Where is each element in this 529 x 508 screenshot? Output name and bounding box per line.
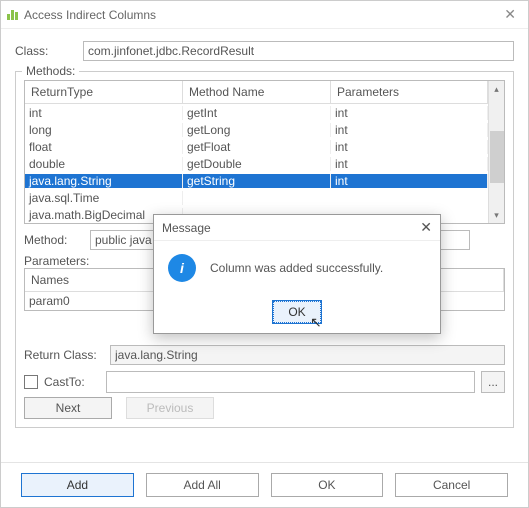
close-icon[interactable]: ✕: [498, 6, 522, 23]
class-input[interactable]: [83, 41, 514, 61]
app-bars-icon: [7, 10, 18, 20]
table-cell: int: [331, 140, 488, 154]
message-ok-button[interactable]: OK ↖: [273, 301, 321, 323]
previous-button: Previous: [126, 397, 214, 419]
castto-checkbox[interactable]: [24, 375, 38, 389]
footer-buttons: Add Add All OK Cancel: [1, 462, 528, 507]
main-window: Access Indirect Columns ✕ Class: Methods…: [0, 0, 529, 508]
table-cell: java.sql.Time: [25, 191, 183, 205]
table-cell: getLong: [183, 123, 331, 137]
message-text: Column was added successfully.: [210, 261, 383, 275]
table-cell: double: [25, 157, 183, 171]
content-area: Class: Methods: ReturnType Method Name P…: [1, 29, 528, 462]
table-cell: getInt: [183, 106, 331, 120]
col-parameters[interactable]: Parameters: [331, 81, 488, 104]
table-row[interactable]: java.sql.Time: [25, 189, 488, 206]
table-cell: getDouble: [183, 157, 331, 171]
class-label: Class:: [15, 44, 75, 58]
col-methodname[interactable]: Method Name: [183, 81, 331, 104]
browse-button[interactable]: ...: [481, 371, 505, 393]
table-cell: int: [331, 123, 488, 137]
scroll-up-icon[interactable]: ▴: [489, 81, 504, 97]
info-icon: i: [168, 254, 196, 282]
next-button[interactable]: Next: [24, 397, 112, 419]
cancel-button[interactable]: Cancel: [395, 473, 508, 497]
table-cell: getFloat: [183, 140, 331, 154]
ok-button[interactable]: OK: [271, 473, 384, 497]
message-dialog: Message ✕ i Column was added successfull…: [153, 214, 441, 334]
table-row[interactable]: intgetIntint: [25, 104, 488, 121]
table-cell: int: [331, 157, 488, 171]
castto-combo[interactable]: [106, 371, 475, 393]
table-row[interactable]: longgetLongint: [25, 121, 488, 138]
add-button[interactable]: Add: [21, 473, 134, 497]
scroll-thumb[interactable]: [490, 131, 504, 183]
table-cell: int: [25, 106, 183, 120]
methods-scrollbar[interactable]: ▴ ▾: [488, 81, 504, 223]
add-all-button[interactable]: Add All: [146, 473, 259, 497]
table-cell: getString: [183, 174, 331, 188]
message-title: Message: [162, 221, 211, 235]
table-row[interactable]: java.lang.StringgetStringint: [25, 172, 488, 189]
table-row[interactable]: doublegetDoubleint: [25, 155, 488, 172]
table-cell: int: [331, 174, 488, 188]
table-cell: int: [331, 106, 488, 120]
table-cell: long: [25, 123, 183, 137]
scroll-down-icon[interactable]: ▾: [489, 207, 504, 223]
return-class-label: Return Class:: [24, 348, 102, 362]
methods-legend: Methods:: [22, 64, 79, 78]
window-title: Access Indirect Columns: [24, 8, 156, 22]
table-cell: float: [25, 140, 183, 154]
table-cell: java.lang.String: [25, 174, 183, 188]
message-close-icon[interactable]: ✕: [420, 219, 432, 236]
methods-table: ReturnType Method Name Parameters intget…: [24, 80, 505, 224]
method-label: Method:: [24, 233, 84, 247]
return-class-input: [110, 345, 505, 365]
message-ok-label: OK: [288, 305, 305, 319]
table-row[interactable]: floatgetFloatint: [25, 138, 488, 155]
cursor-icon: ↖: [310, 314, 322, 331]
titlebar: Access Indirect Columns ✕: [1, 1, 528, 29]
castto-label: CastTo:: [44, 375, 100, 389]
col-returntype[interactable]: ReturnType: [25, 81, 183, 104]
